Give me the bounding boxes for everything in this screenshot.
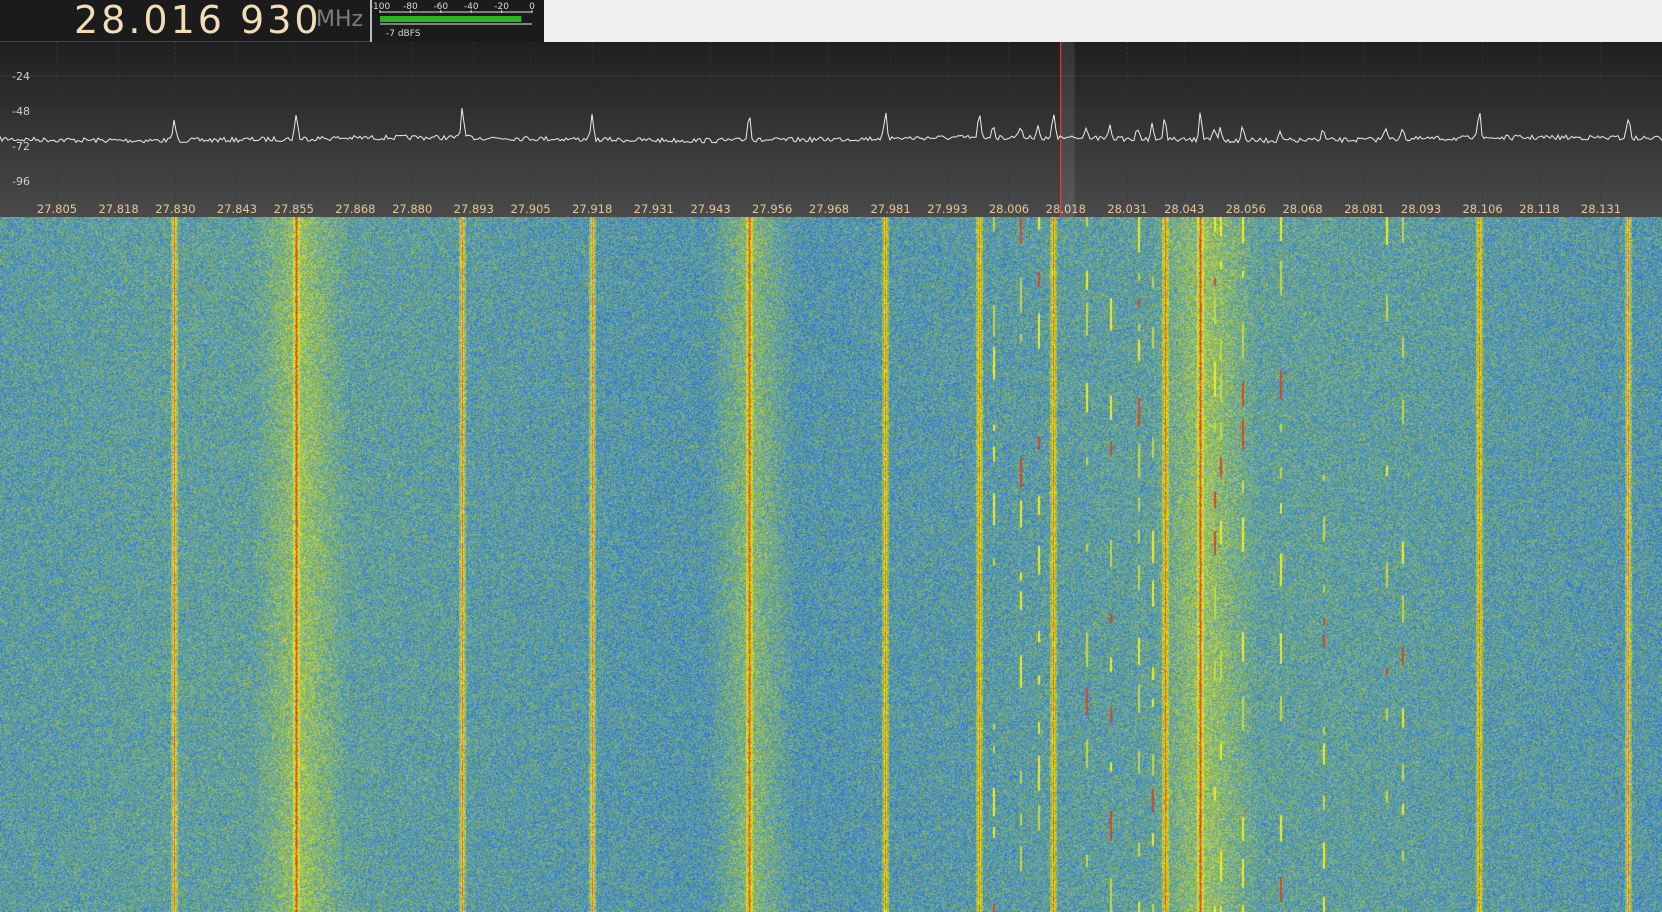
frequency-display[interactable]: 28.016 930 MHz (0, 0, 370, 42)
frequency-unit-label: MHz (316, 7, 364, 32)
freq-label: 28.093 (1401, 202, 1441, 216)
panadapter-background (0, 42, 1662, 217)
filter-passband[interactable] (1060, 42, 1075, 217)
frequency-digits[interactable]: 28.016 930 (74, 0, 322, 42)
freq-label: 27.981 (870, 202, 910, 216)
freq-label: 27.956 (752, 202, 792, 216)
smeter-level-bar (380, 16, 522, 22)
db-label: -72 (12, 140, 30, 153)
freq-label: 27.931 (634, 202, 674, 216)
spectrum-plot[interactable]: -24 -48 -72 -96 27.805 27.818 27.830 27.843 27.8… (0, 42, 1662, 217)
freq-label: 28.043 (1164, 202, 1204, 216)
freq-label: 28.081 (1344, 202, 1384, 216)
freq-label: 28.118 (1519, 202, 1559, 216)
freq-label: 28.068 (1282, 202, 1322, 216)
freq-label: 27.868 (335, 202, 375, 216)
freq-label: 28.006 (989, 202, 1029, 216)
db-label: -24 (12, 70, 30, 83)
freq-label: 27.830 (155, 202, 195, 216)
freq-label: 28.131 (1581, 202, 1621, 216)
freq-label: 27.943 (690, 202, 730, 216)
freq-label: 27.893 (454, 202, 494, 216)
smeter-scale-label: -100 (372, 2, 390, 12)
freq-label: 27.993 (927, 202, 967, 216)
freq-label: 27.855 (274, 202, 314, 216)
db-label: -48 (12, 105, 30, 118)
freq-label: 27.843 (217, 202, 257, 216)
freq-label: 27.880 (392, 202, 432, 216)
freq-label: 27.968 (809, 202, 849, 216)
waterfall-canvas[interactable] (0, 217, 1662, 912)
freq-label: 28.031 (1107, 202, 1147, 216)
freq-label: 27.818 (98, 202, 138, 216)
freq-label: 27.905 (510, 202, 550, 216)
freq-label: 28.106 (1462, 202, 1502, 216)
signal-meter-readout: -7 dBFS (386, 29, 421, 39)
db-label: -96 (12, 175, 30, 188)
spectrum-panadapter[interactable]: -24 -48 -72 -96 27.805 27.818 27.830 27.843 27.8… (0, 42, 1662, 217)
freq-label: 27.918 (572, 202, 612, 216)
signal-meter: -100-80-60-40-200 -7 dBFS (372, 0, 544, 42)
freq-label: 28.056 (1226, 202, 1266, 216)
waterfall-display[interactable] (0, 217, 1662, 912)
top-toolbar: 28.016 930 MHz -100-80-60-40-200 -7 dBFS (0, 0, 1662, 42)
freq-label: 27.805 (37, 202, 77, 216)
